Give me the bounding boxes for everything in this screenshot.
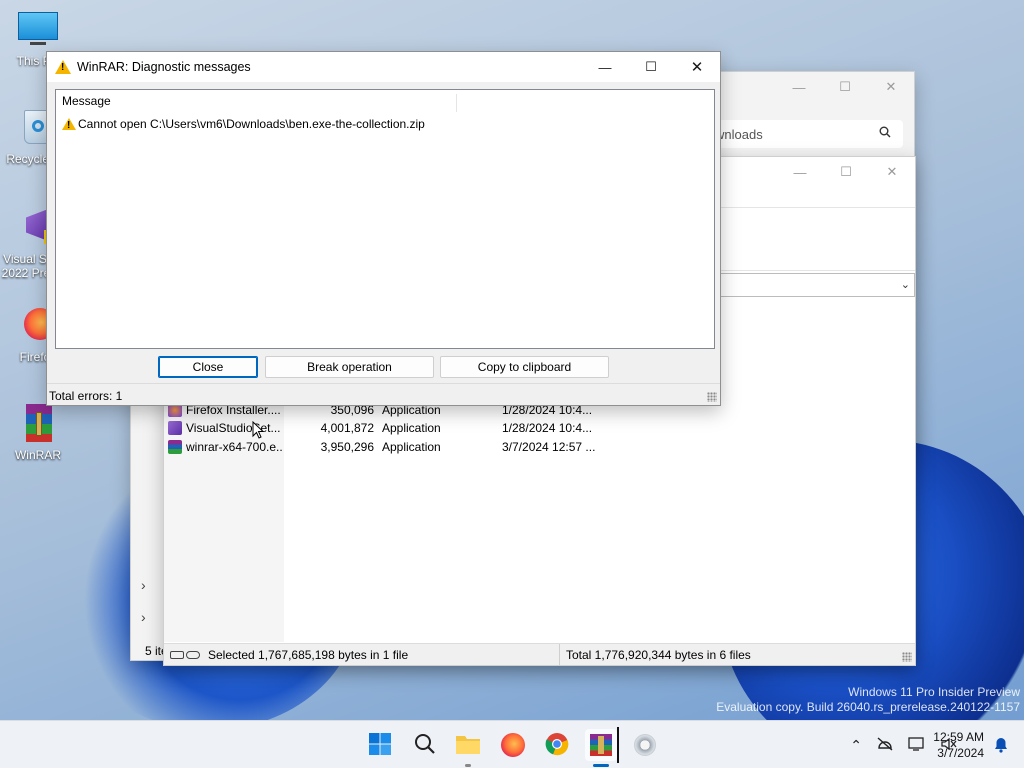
- close-button[interactable]: ✕: [674, 52, 720, 82]
- firefox-icon: [501, 733, 525, 757]
- table-row[interactable]: VisualStudioSet... 4,001,872 Application…: [168, 419, 612, 437]
- taskbar-setup[interactable]: [629, 729, 661, 761]
- status-selected: Selected 1,767,685,198 bytes in 1 file: [208, 647, 409, 662]
- taskbar-chrome[interactable]: [541, 729, 573, 761]
- total-errors: Total errors: 1: [49, 389, 123, 403]
- resize-grip[interactable]: [902, 652, 912, 662]
- clock-time: 12:59 AM: [933, 730, 984, 744]
- search-icon: [879, 126, 891, 141]
- setup-icon: [634, 734, 656, 756]
- taskbar: ⌃ 12:59 AM 3/7/2024: [0, 720, 1024, 768]
- start-button[interactable]: [364, 729, 396, 761]
- close-button[interactable]: ✕: [868, 72, 914, 102]
- copy-to-clipboard-button[interactable]: Copy to clipboard: [440, 356, 609, 378]
- dialog-status-bar: Total errors: 1: [47, 383, 720, 405]
- taskbar-divider: [617, 727, 619, 763]
- windows-logo-icon: [368, 732, 392, 759]
- minimize-button[interactable]: —: [777, 157, 823, 187]
- watermark-line2: Evaluation copy. Build 26040.rs_prerelea…: [716, 700, 1020, 714]
- diagnostic-dialog[interactable]: WinRAR: Diagnostic messages — ☐ ✕ Messag…: [46, 51, 721, 406]
- visual-studio-installer-icon: [168, 421, 182, 435]
- status-selected-section: Selected 1,767,685,198 bytes in 1 file: [164, 644, 560, 665]
- maximize-button[interactable]: ☐: [823, 157, 869, 187]
- desktop-icon-label: WinRAR: [14, 448, 61, 462]
- close-button[interactable]: ✕: [869, 157, 915, 187]
- key-icon: [186, 650, 200, 659]
- chrome-icon: [545, 732, 569, 759]
- clock-date: 3/7/2024: [937, 746, 984, 760]
- break-operation-button[interactable]: Break operation: [265, 356, 434, 378]
- minimize-button[interactable]: —: [582, 52, 628, 82]
- search-icon: [414, 733, 436, 758]
- column-header-message: Message: [62, 94, 111, 108]
- close-dialog-button[interactable]: Close: [158, 356, 258, 378]
- warning-icon: [55, 60, 71, 74]
- monitor-icon: [16, 10, 60, 50]
- desktop-icon-winrar[interactable]: WinRAR: [0, 404, 78, 462]
- search-input[interactable]: wnloads: [703, 120, 903, 148]
- active-indicator: [593, 764, 609, 767]
- windows-watermark: Windows 11 Pro Insider Preview Evaluatio…: [716, 685, 1020, 715]
- column-separator[interactable]: [456, 94, 457, 112]
- folder-icon: [455, 733, 481, 758]
- winrar-icon: [16, 404, 60, 444]
- winrar-icon: [590, 734, 612, 756]
- message-list[interactable]: Message Cannot open C:\Users\vm6\Downloa…: [55, 89, 715, 349]
- search-text: wnloads: [715, 127, 763, 142]
- running-indicator: [465, 764, 471, 767]
- window-controls: — ☐ ✕: [776, 72, 914, 102]
- taskbar-firefox[interactable]: [497, 729, 529, 761]
- display-icon[interactable]: [908, 736, 926, 755]
- dialog-title: WinRAR: Diagnostic messages: [77, 60, 251, 74]
- maximize-button[interactable]: ☐: [628, 52, 674, 82]
- network-offline-icon[interactable]: [876, 736, 894, 754]
- message-row[interactable]: Cannot open C:\Users\vm6\Downloads\ben.e…: [62, 116, 425, 132]
- window-controls: — ☐ ✕: [777, 157, 915, 187]
- minimize-button[interactable]: —: [776, 72, 822, 102]
- taskbar-winrar[interactable]: [585, 729, 617, 767]
- message-text: Cannot open C:\Users\vm6\Downloads\ben.e…: [78, 117, 425, 131]
- dialog-titlebar[interactable]: WinRAR: Diagnostic messages — ☐ ✕: [47, 52, 720, 82]
- status-bar: Selected 1,767,685,198 bytes in 1 file T…: [164, 643, 915, 665]
- drive-icon: [170, 650, 184, 659]
- window-controls: — ☐ ✕: [582, 52, 720, 82]
- taskbar-file-explorer[interactable]: [452, 729, 484, 767]
- winrar-installer-icon: [168, 440, 182, 454]
- taskbar-search-button[interactable]: [409, 729, 441, 761]
- notification-bell-icon[interactable]: [994, 737, 1008, 756]
- watermark-line1: Windows 11 Pro Insider Preview: [848, 685, 1020, 699]
- mouse-cursor-icon: [252, 420, 265, 442]
- resize-grip[interactable]: [707, 392, 717, 402]
- chevron-right-icon[interactable]: ›: [141, 609, 146, 625]
- maximize-button[interactable]: ☐: [822, 72, 868, 102]
- column-header[interactable]: Message: [56, 90, 714, 112]
- clock[interactable]: 12:59 AM 3/7/2024: [933, 729, 984, 761]
- status-total: Total 1,776,920,344 bytes in 6 files: [566, 647, 751, 662]
- chevron-up-icon[interactable]: ⌃: [850, 737, 862, 754]
- chevron-right-icon[interactable]: ›: [141, 577, 146, 593]
- chevron-down-icon: ⌄: [900, 279, 910, 291]
- warning-icon: [62, 118, 76, 131]
- table-row[interactable]: winrar-x64-700.e... 3,950,296 Applicatio…: [168, 438, 612, 456]
